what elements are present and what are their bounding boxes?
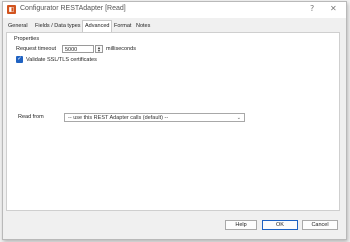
properties-group-label: Properties [14,36,40,42]
help-icon[interactable]: ? [310,4,314,13]
help-button[interactable]: Help [225,220,257,230]
tab-format[interactable]: Format [112,21,133,32]
tab-advanced[interactable]: Advanced [82,20,113,32]
chevron-down-icon: ⌄ [236,115,241,121]
tab-general[interactable]: General [6,21,30,32]
advanced-panel: Properties Request timeout 5000 ▲ ▼ mill… [6,32,340,211]
request-timeout-unit: milliseconds [106,46,136,52]
request-timeout-input[interactable]: 5000 [62,45,94,53]
read-from-value: -- use this REST Adapter calls (default)… [68,115,169,121]
dialog-footer: Help OK Cancel [3,212,346,239]
validate-ssl-label: Validate SSL/TLS certificates [26,57,97,63]
dialog-window: ◧ Configurator RESTAdapter [Read] ? ✕ Ge… [2,1,347,240]
checkmark-icon: ✓ [17,56,22,62]
app-icon: ◧ [7,5,16,14]
read-from-label: Read from [18,114,44,120]
window-title: Configurator RESTAdapter [Read] [20,5,126,12]
tab-notes[interactable]: Notes [134,21,152,32]
tab-fields-data-types[interactable]: Fields / Data types [33,21,83,32]
cancel-button[interactable]: Cancel [302,220,338,230]
validate-ssl-checkbox[interactable]: ✓ [16,56,23,63]
read-from-select[interactable]: -- use this REST Adapter calls (default)… [64,113,245,122]
spin-down-icon[interactable]: ▼ [96,49,102,53]
ok-button[interactable]: OK [262,220,298,230]
request-timeout-stepper[interactable]: ▲ ▼ [95,45,103,53]
close-icon[interactable]: ✕ [330,4,337,13]
title-bar: ◧ Configurator RESTAdapter [Read] ? ✕ [3,2,346,18]
request-timeout-label: Request timeout [16,46,57,52]
